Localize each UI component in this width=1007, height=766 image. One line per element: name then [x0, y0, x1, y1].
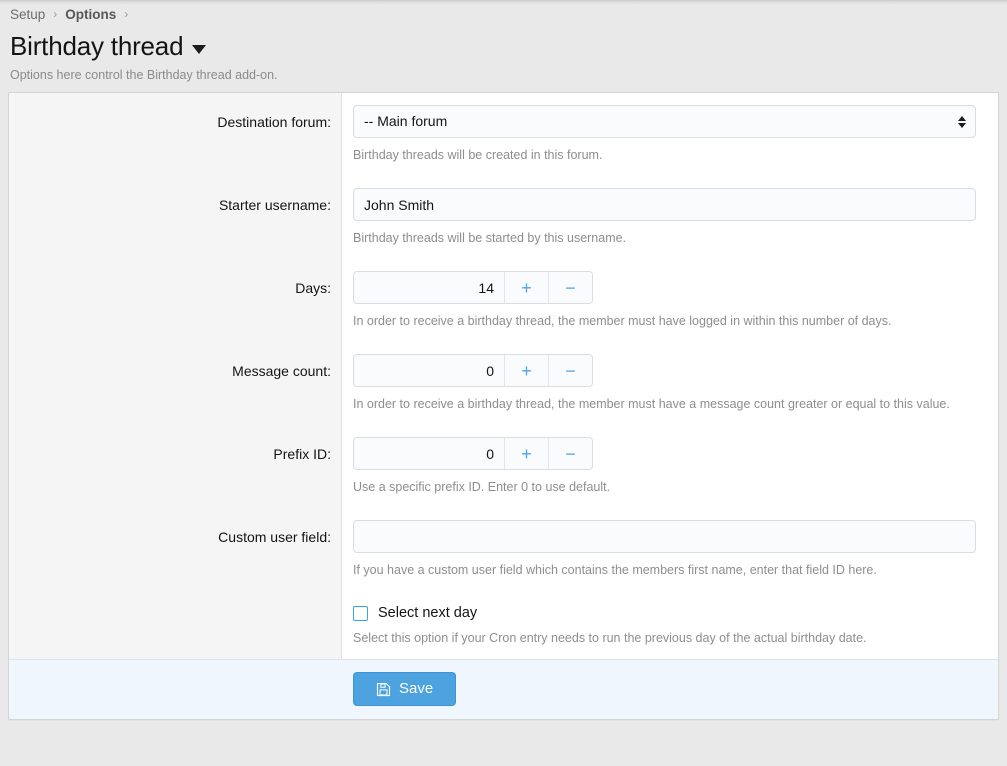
prefix-id-decrement-button[interactable]: −	[548, 438, 592, 469]
breadcrumb-separator-icon: ›	[124, 7, 128, 21]
page-subtitle: Options here control the Birthday thread…	[10, 67, 997, 83]
explain-starter-username: Birthday threads will be started by this…	[353, 230, 976, 247]
breadcrumb-item-options[interactable]: Options	[65, 7, 116, 22]
prefix-id-input[interactable]	[354, 438, 504, 469]
select-next-day-checkbox[interactable]	[353, 606, 368, 621]
prefix-id-stepper: + −	[353, 437, 593, 470]
message-count-increment-button[interactable]: +	[504, 355, 548, 386]
form-row-days: Days: + − In order to receive a birthday…	[9, 259, 998, 342]
explain-select-next-day: Select this option if your Cron entry ne…	[353, 630, 976, 647]
field-starter-username: Birthday threads will be started by this…	[341, 176, 998, 259]
form-row-prefix-id: Prefix ID: + − Use a specific prefix ID.…	[9, 425, 998, 508]
footer-inner: Save	[9, 672, 456, 706]
breadcrumb-item-setup[interactable]: Setup	[10, 7, 45, 22]
floppy-disk-icon	[376, 682, 391, 697]
panel-footer: Save	[9, 659, 998, 719]
page-title: Birthday thread	[10, 30, 183, 62]
select-next-day-label[interactable]: Select next day	[378, 605, 477, 621]
explain-custom-user-field: If you have a custom user field which co…	[353, 562, 976, 579]
form-row-starter-username: Starter username: Birthday threads will …	[9, 176, 998, 259]
label-destination-forum: Destination forum:	[9, 93, 341, 132]
label-select-next-day-spacer	[9, 591, 341, 610]
explain-prefix-id: Use a specific prefix ID. Enter 0 to use…	[353, 479, 976, 496]
page-header: Birthday thread Options here control the…	[8, 28, 999, 83]
label-custom-user-field: Custom user field:	[9, 508, 341, 547]
save-button-label: Save	[399, 680, 433, 698]
explain-message-count: In order to receive a birthday thread, t…	[353, 396, 976, 413]
form-row-destination-forum: Destination forum: -- Main forum Birthda…	[9, 93, 998, 176]
days-input[interactable]	[354, 272, 504, 303]
days-increment-button[interactable]: +	[504, 272, 548, 303]
explain-days: In order to receive a birthday thread, t…	[353, 313, 976, 330]
save-button[interactable]: Save	[353, 672, 456, 706]
field-message-count: + − In order to receive a birthday threa…	[341, 342, 998, 425]
message-count-decrement-button[interactable]: −	[548, 355, 592, 386]
field-prefix-id: + − Use a specific prefix ID. Enter 0 to…	[341, 425, 998, 508]
form-rows: Destination forum: -- Main forum Birthda…	[9, 93, 998, 659]
select-next-day-row[interactable]: Select next day	[353, 603, 976, 621]
prefix-id-increment-button[interactable]: +	[504, 438, 548, 469]
breadcrumb: Setup › Options ›	[8, 0, 999, 28]
form-row-message-count: Message count: + − In order to receive a…	[9, 342, 998, 425]
days-decrement-button[interactable]: −	[548, 272, 592, 303]
starter-username-input[interactable]	[353, 188, 976, 221]
label-starter-username: Starter username:	[9, 176, 341, 215]
field-destination-forum: -- Main forum Birthday threads will be c…	[341, 93, 998, 176]
destination-forum-select-wrap: -- Main forum	[353, 105, 976, 138]
field-select-next-day: Select next day Select this option if yo…	[341, 591, 998, 659]
custom-user-field-input[interactable]	[353, 520, 976, 553]
message-count-stepper: + −	[353, 354, 593, 387]
form-row-custom-user-field: Custom user field: If you have a custom …	[9, 508, 998, 591]
days-stepper: + −	[353, 271, 593, 304]
explain-destination-forum: Birthday threads will be created in this…	[353, 147, 976, 164]
label-days: Days:	[9, 259, 341, 298]
message-count-input[interactable]	[354, 355, 504, 386]
label-message-count: Message count:	[9, 342, 341, 381]
page-container: Setup › Options › Birthday thread Option…	[0, 0, 1007, 720]
options-panel: Destination forum: -- Main forum Birthda…	[8, 92, 999, 720]
field-custom-user-field: If you have a custom user field which co…	[341, 508, 998, 591]
label-prefix-id: Prefix ID:	[9, 425, 341, 464]
page-title-row: Birthday thread	[10, 30, 997, 62]
form-row-select-next-day: Select next day Select this option if yo…	[9, 591, 998, 659]
chevron-down-icon[interactable]	[192, 45, 206, 54]
destination-forum-select[interactable]: -- Main forum	[353, 105, 976, 138]
field-days: + − In order to receive a birthday threa…	[341, 259, 998, 342]
breadcrumb-separator-icon: ›	[53, 7, 57, 21]
